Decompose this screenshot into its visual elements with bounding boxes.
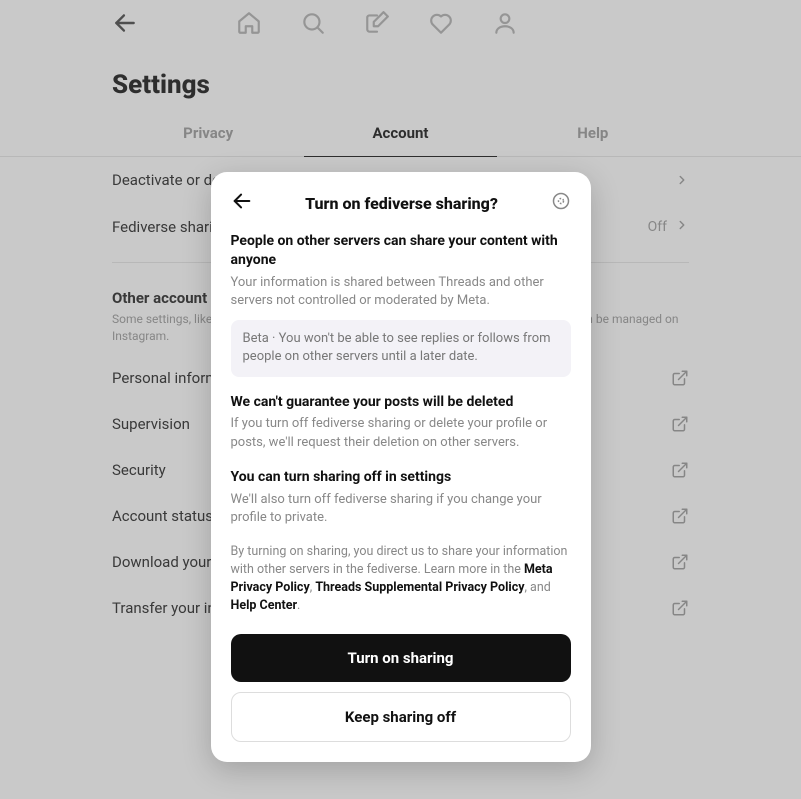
modal-text-3: We'll also turn off fediverse sharing if… bbox=[231, 491, 571, 527]
turn-on-sharing-button[interactable]: Turn on sharing bbox=[231, 634, 571, 682]
keep-sharing-off-button[interactable]: Keep sharing off bbox=[231, 692, 571, 742]
modal-text-2: If you turn off fediverse sharing or del… bbox=[231, 415, 571, 451]
fediverse-icon bbox=[551, 191, 571, 215]
modal-back-icon[interactable] bbox=[231, 190, 253, 216]
link-threads-supplemental-policy[interactable]: Threads Supplemental Privacy Policy bbox=[315, 580, 524, 595]
disclaimer-text: By turning on sharing, you direct us to … bbox=[231, 544, 568, 577]
beta-notice: Beta · You won't be able to see replies … bbox=[231, 320, 571, 376]
modal-title: Turn on fediverse sharing? bbox=[253, 194, 551, 213]
modal-text-1: Your information is shared between Threa… bbox=[231, 274, 571, 310]
modal-heading-2: We can't guarantee your posts will be de… bbox=[231, 393, 571, 412]
modal-heading-3: You can turn sharing off in settings bbox=[231, 468, 571, 487]
modal-overlay[interactable]: Turn on fediverse sharing? People on oth… bbox=[0, 0, 801, 799]
fediverse-sharing-modal: Turn on fediverse sharing? People on oth… bbox=[211, 172, 591, 762]
link-help-center[interactable]: Help Center bbox=[231, 598, 298, 613]
modal-disclaimer: By turning on sharing, you direct us to … bbox=[231, 543, 571, 616]
modal-heading-1: People on other servers can share your c… bbox=[231, 232, 571, 270]
